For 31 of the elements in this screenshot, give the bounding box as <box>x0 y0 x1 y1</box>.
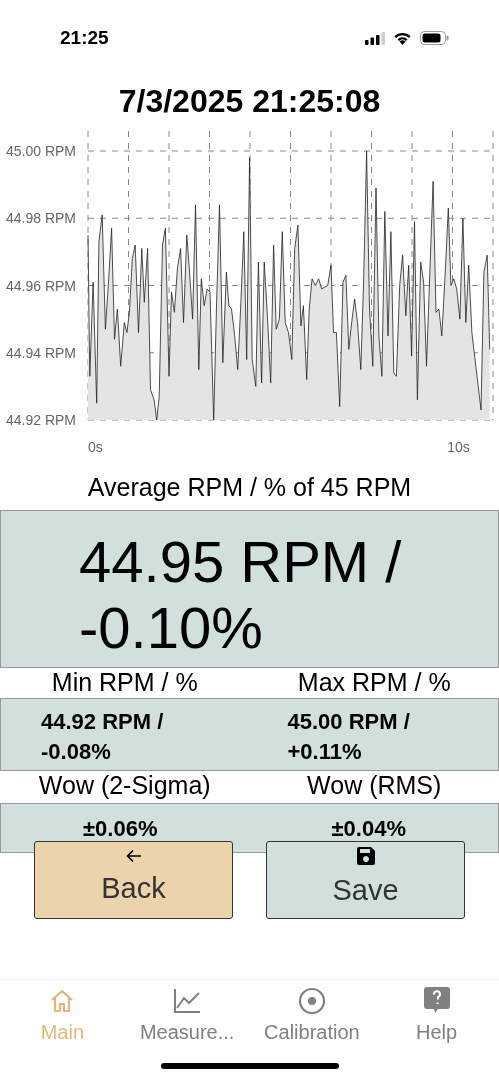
line-chart-icon <box>173 988 202 1014</box>
help-bubble-icon <box>423 987 450 1015</box>
battery-icon <box>420 31 449 45</box>
average-value: 44.95 RPM / -0.10% <box>0 510 499 668</box>
y-axis-label: 44.94 RPM <box>6 345 77 360</box>
y-axis-label: 45.00 RPM <box>6 144 77 158</box>
stat-value: 45.00 RPM / +0.11% <box>287 708 411 766</box>
x-axis-label: 10s <box>447 440 470 454</box>
stat-value: ±0.04% <box>331 815 406 843</box>
stat-value: ±0.06% <box>83 815 158 843</box>
tab-bar-item[interactable]: Calibration <box>249 986 375 1045</box>
tab-bar-item[interactable]: Help <box>374 986 499 1045</box>
y-axis-label: 44.98 RPM <box>6 211 77 226</box>
signal-icon <box>365 31 385 45</box>
tab-bar-item[interactable]: Measure... <box>124 986 250 1045</box>
wifi-icon <box>393 31 412 45</box>
stat-label: Wow (2-Sigma) <box>37 772 212 798</box>
date-time-title: 7/3/2025 21:25:08 <box>118 82 381 121</box>
save-button[interactable]: Save <box>266 841 465 919</box>
stat-label: Max RPM / % <box>296 669 452 695</box>
back-button[interactable]: Back <box>34 841 233 919</box>
y-axis-label: 44.96 RPM <box>6 278 77 293</box>
stat-label: Wow (RMS) <box>306 772 443 798</box>
target-icon <box>297 987 326 1015</box>
average-label: Average RPM / % of 45 RPM <box>86 471 413 503</box>
y-axis-label: 44.92 RPM <box>6 413 77 427</box>
back-arrow-icon <box>125 849 142 864</box>
stat-label: Min RPM / % <box>50 669 199 695</box>
status-time: 21:25 <box>60 25 109 50</box>
x-axis-label: 0s <box>88 440 103 454</box>
stat-value: 44.92 RPM / -0.08% <box>41 708 165 766</box>
